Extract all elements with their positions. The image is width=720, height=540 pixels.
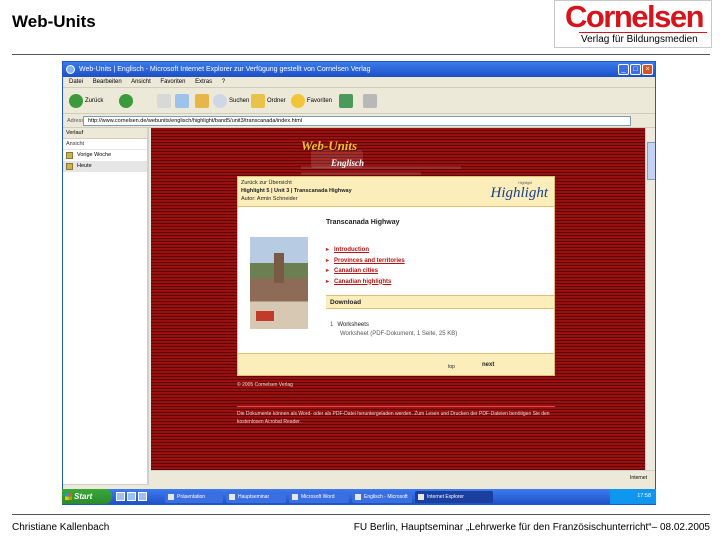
window-titlebar[interactable]: Web-Units | Englisch - Microsoft Interne… <box>63 62 655 77</box>
status-zone: Internet <box>630 475 647 481</box>
worksheets-heading: 1 Worksheets <box>330 322 369 328</box>
quick-launch <box>112 489 162 504</box>
header-rule <box>12 54 710 55</box>
unit-author: Autor: Armin Schneider <box>241 196 298 202</box>
stop-button[interactable] <box>157 92 173 110</box>
history-sidebar: Verlauf Ansicht Vorige Woche Heute <box>63 128 149 492</box>
folder-icon <box>251 94 265 108</box>
menu-favorites[interactable]: Favoriten <box>160 79 185 85</box>
taskbar: Start Präsentation Hauptseminar Microsof… <box>62 489 656 504</box>
link-provinces[interactable]: Provinces and territories <box>326 256 405 267</box>
ie-icon <box>66 65 75 74</box>
taskbar-item[interactable]: Microsoft Word <box>289 490 349 503</box>
favorites-button[interactable]: Favoriten <box>291 92 332 110</box>
logo-subtitle: Verlag für Bildungsmedien <box>581 34 698 45</box>
quicklaunch-icon[interactable] <box>138 492 147 501</box>
taskbar-item[interactable]: Hauptseminar <box>226 490 286 503</box>
address-bar: Adresse http://www.cornelsen.de/webunits… <box>63 114 655 128</box>
menu-file[interactable]: Datei <box>69 79 83 85</box>
worksheet-download-link[interactable]: Worksheet (PDF-Dokument, 1 Seite, 25 KB) <box>330 330 457 339</box>
page-decor-line <box>301 166 461 169</box>
close-button[interactable]: × <box>642 64 653 75</box>
highlight-logo: Highlight Highlight <box>488 181 548 203</box>
browser-window[interactable]: Web-Units | Englisch - Microsoft Interne… <box>62 61 656 505</box>
back-to-overview-link[interactable]: Zurück zur Übersicht <box>241 180 292 186</box>
maximize-button[interactable]: □ <box>630 64 641 75</box>
page-decor-line <box>301 172 421 175</box>
menu-bar: Datei Bearbeiten Ansicht Favoriten Extra… <box>63 77 655 88</box>
page-logo-title: Web-Units <box>301 138 358 153</box>
logo-divider <box>579 32 707 33</box>
browser-toolbar: Zurück Suchen Ordner Favoriten <box>63 88 655 114</box>
status-bar: Internet <box>151 470 655 484</box>
menu-edit[interactable]: Bearbeiten <box>93 79 122 85</box>
window-controls: _ □ × <box>618 64 653 75</box>
refresh-button[interactable] <box>175 92 191 110</box>
unit-links: Introduction Provinces and territories C… <box>326 245 405 287</box>
sidebar-item-today[interactable]: Heute <box>63 161 147 172</box>
sidebar-view-button[interactable]: Ansicht <box>63 139 147 150</box>
worksheets-list: 1 Worksheets Worksheet (PDF-Dokument, 1 S… <box>330 321 457 338</box>
download-heading: Download <box>326 295 554 309</box>
slide-title: Web-Units <box>12 12 96 31</box>
city-photo <box>250 237 308 329</box>
link-introduction[interactable]: Introduction <box>326 245 405 256</box>
home-icon <box>195 94 209 108</box>
stop-icon <box>157 94 171 108</box>
history-button[interactable] <box>339 92 355 110</box>
menu-tools[interactable]: Extras <box>195 79 212 85</box>
page-scrollbar[interactable] <box>645 128 655 470</box>
window-title: Web-Units | Englisch - Microsoft Interne… <box>79 66 371 73</box>
printer-icon <box>363 94 377 108</box>
sidebar-item-last-week[interactable]: Vorige Woche <box>63 150 147 161</box>
calendar-icon <box>66 163 73 170</box>
link-highlights[interactable]: Canadian highlights <box>326 277 405 288</box>
search-button[interactable]: Suchen <box>213 92 249 110</box>
refresh-icon <box>175 94 189 108</box>
footer-rule <box>12 514 710 515</box>
back-button[interactable]: Zurück <box>69 92 103 110</box>
minimize-button[interactable]: _ <box>618 64 629 75</box>
home-button[interactable] <box>195 92 211 110</box>
unit-title: Transcanada Highway <box>326 219 400 226</box>
forward-button[interactable] <box>119 92 135 110</box>
next-link[interactable]: next <box>482 362 494 368</box>
unit-panel: Zurück zur Übersicht Highlight 5 | Unit … <box>237 176 555 376</box>
cornelsen-logo: Cornelsen Verlag für Bildungsmedien <box>554 0 712 48</box>
calendar-icon <box>66 152 73 159</box>
unit-footer: top next <box>238 353 554 375</box>
folders-button[interactable]: Ordner <box>251 92 286 110</box>
back-arrow-icon <box>69 94 83 108</box>
address-input[interactable]: http://www.cornelsen.de/webunits/englisc… <box>83 116 631 126</box>
sidebar-header: Verlauf <box>63 128 147 139</box>
taskbar-item[interactable]: Präsentation <box>165 490 223 503</box>
download-note: Die Dokumente können als Word- oder als … <box>237 411 550 425</box>
logo-wordmark: Cornelsen <box>564 0 705 34</box>
note-divider <box>237 406 555 407</box>
menu-view[interactable]: Ansicht <box>131 79 151 85</box>
quicklaunch-icon[interactable] <box>127 492 136 501</box>
slide: Web-Units Cornelsen Verlag für Bildungsm… <box>0 0 720 540</box>
footer-course: FU Berlin, Hauptseminar „Lehrwerke für d… <box>353 522 710 533</box>
web-page: Web-Units Englisch Zurück zur Übersicht … <box>151 128 647 470</box>
history-icon <box>339 94 353 108</box>
link-cities[interactable]: Canadian cities <box>326 266 405 277</box>
star-icon <box>291 94 305 108</box>
system-tray-clock: 17:58 <box>610 489 656 504</box>
quicklaunch-icon[interactable] <box>116 492 125 501</box>
forward-arrow-icon <box>119 94 133 108</box>
menu-help[interactable]: ? <box>222 79 225 85</box>
unit-path: Highlight 5 | Unit 3 | Transcanada Highw… <box>241 188 352 194</box>
top-link[interactable]: top <box>448 364 455 370</box>
search-icon <box>213 94 227 108</box>
taskbar-item[interactable]: Englisch - Microsoft <box>352 490 412 503</box>
copyright-text: © 2005 Cornelsen Verlag <box>237 382 293 388</box>
unit-header: Zurück zur Übersicht Highlight 5 | Unit … <box>238 177 554 207</box>
start-button[interactable]: Start <box>62 489 112 504</box>
footer-author: Christiane Kallenbach <box>12 522 110 533</box>
taskbar-item-active[interactable]: Internet Explorer <box>415 490 493 503</box>
highlight-logo-word: Highlight <box>490 185 548 201</box>
print-button[interactable] <box>363 92 379 110</box>
